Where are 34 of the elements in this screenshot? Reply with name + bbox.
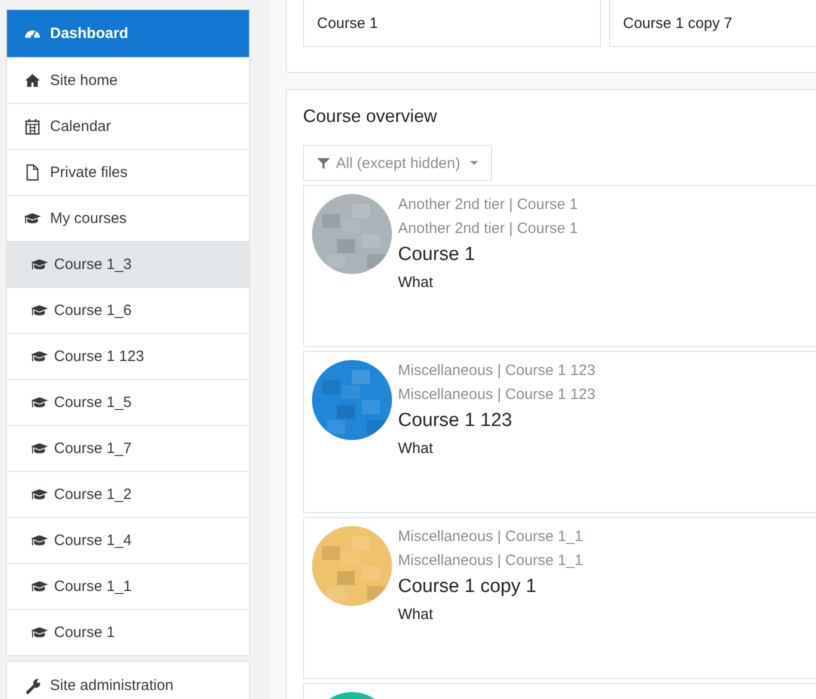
course-link[interactable]: Course 1 — [317, 15, 378, 32]
filter-icon — [317, 156, 330, 170]
nav-item[interactable]: Private files — [7, 149, 249, 195]
nav-item[interactable]: Course 1_3 — [7, 241, 249, 287]
home-icon — [24, 72, 41, 89]
wrench-icon — [24, 676, 41, 694]
nav-item[interactable]: Course 1_2 — [7, 471, 249, 517]
nav-item[interactable]: Site administration — [7, 662, 249, 699]
nav-item[interactable]: Site home — [7, 57, 249, 103]
course-category: Miscellaneous | Course 1_1 — [398, 551, 583, 571]
course-summary: What — [398, 606, 434, 623]
calendar-icon — [24, 118, 41, 135]
nav-item[interactable]: Course 1 123 — [7, 333, 249, 379]
course-category: Another 2nd tier | Course 1 — [398, 195, 578, 215]
section-title: Course overview — [303, 106, 438, 127]
course-summary: What — [398, 274, 434, 291]
file-icon — [24, 164, 41, 181]
course-category: Miscellaneous | Course 1_1 — [398, 527, 583, 547]
course-link[interactable]: Course 1 copy 1 — [398, 574, 583, 600]
nav-item[interactable]: Course 1_4 — [7, 517, 249, 563]
nav-item[interactable]: Course 1_5 — [7, 379, 249, 425]
nav-item[interactable]: Course 1_1 — [7, 563, 249, 609]
course-category: Another 2nd tier | Course 1 — [398, 219, 578, 239]
course-category: Miscellaneous | Course 1 123 — [398, 361, 596, 381]
course-link[interactable]: Course 1 — [398, 242, 578, 268]
nav-item[interactable]: Calendar — [7, 103, 249, 149]
course-category: Miscellaneous | Course 1 123 — [398, 385, 596, 405]
course-link[interactable]: Course 1 copy 7 — [623, 15, 732, 32]
nav-item[interactable]: Course 1_7 — [7, 425, 249, 471]
nav-item[interactable]: Dashboard — [7, 10, 249, 57]
nav-item[interactable]: Course 1_6 — [7, 287, 249, 333]
nav-item[interactable]: Course 1 — [7, 609, 249, 655]
course-summary: What — [398, 440, 434, 457]
course-link[interactable]: Course 1 123 — [398, 408, 596, 434]
